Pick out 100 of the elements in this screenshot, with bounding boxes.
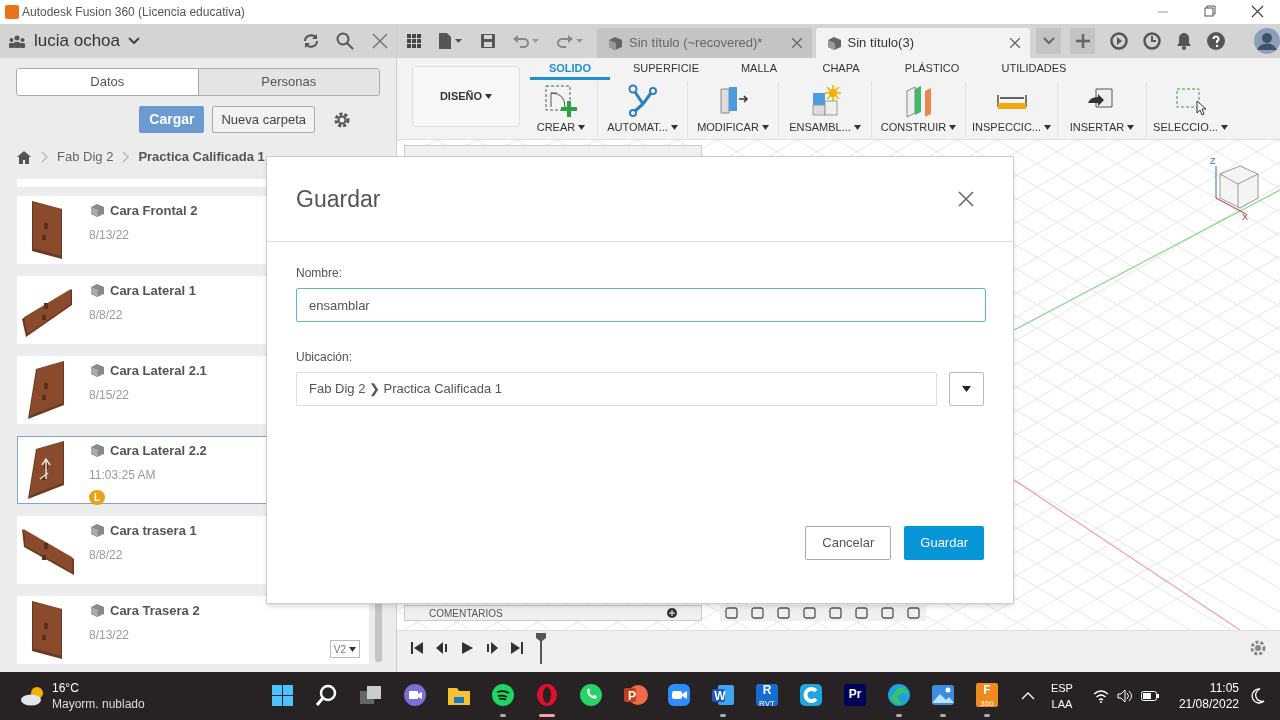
tool-menu[interactable]: INSERTAR	[1057, 82, 1146, 137]
look-at-icon[interactable]	[750, 606, 766, 620]
temperature[interactable]: 16°C	[52, 680, 145, 696]
name-field[interactable]: ensamblar	[296, 288, 986, 322]
close-icon[interactable]	[791, 38, 802, 48]
save-icon[interactable]	[481, 34, 495, 48]
home-icon[interactable]	[16, 150, 32, 164]
file-date: 8/8/22	[89, 306, 124, 324]
close-icon[interactable]	[1010, 38, 1020, 48]
avatar-icon[interactable]	[1254, 28, 1280, 54]
close-icon[interactable]	[372, 33, 388, 49]
building-app-icon[interactable]: R RVT	[753, 682, 781, 708]
last-frame-icon[interactable]	[510, 641, 524, 655]
input-language[interactable]: ESP	[1050, 680, 1073, 696]
video-app-icon[interactable]	[665, 682, 693, 708]
ribbon-tab[interactable]: CHAPA	[796, 60, 886, 80]
clock-time[interactable]: 11:05	[1209, 680, 1239, 696]
new-tab-button[interactable]	[1070, 28, 1095, 54]
weather-text[interactable]: Mayorm. nublado	[52, 696, 145, 712]
zoom-icon[interactable]	[802, 606, 818, 620]
document-tab[interactable]: Sin título(3)	[815, 28, 1030, 58]
fit-icon[interactable]	[828, 606, 844, 620]
people-icon	[8, 34, 26, 48]
view-cube[interactable]: Z X	[1202, 152, 1262, 222]
chevron-down-icon	[128, 37, 140, 45]
apps-grid-icon[interactable]	[407, 34, 421, 48]
tool-menu[interactable]: MODIFICAR	[687, 82, 778, 137]
caret-icon	[1044, 124, 1052, 130]
file-name: Cara trasera 1	[110, 522, 197, 540]
file-date: 8/8/22	[89, 546, 124, 564]
clock-date[interactable]: 21/08/2022	[1178, 696, 1239, 712]
viewports-icon[interactable]	[906, 606, 922, 620]
edge-browser-icon[interactable]	[885, 682, 913, 708]
chat-icon[interactable]	[401, 682, 429, 708]
chevron-down-icon	[1042, 37, 1055, 45]
wifi-icon[interactable]	[1092, 689, 1109, 703]
clock-icon[interactable]	[1143, 32, 1161, 50]
tool-menu[interactable]: SELECCIO...	[1146, 82, 1234, 137]
bell-icon[interactable]	[1176, 32, 1192, 50]
panel-tab[interactable]: Datos	[17, 69, 198, 95]
moon-icon[interactable]	[1251, 688, 1265, 704]
add-comment-icon[interactable]	[667, 608, 677, 618]
timeline-marker-icon[interactable]	[535, 632, 547, 664]
grid-icon[interactable]	[880, 606, 896, 620]
running-indicator	[896, 714, 902, 717]
speaker-icon[interactable]	[1116, 689, 1133, 703]
ribbon-tab[interactable]: UTILIDADES	[978, 60, 1090, 80]
caret-icon	[578, 124, 586, 130]
tool-menu[interactable]: CREAR	[525, 82, 597, 137]
tab-list-button[interactable]	[1036, 28, 1061, 54]
tool-menu[interactable]: ENSAMBL...	[778, 82, 871, 137]
battery-icon[interactable]	[1140, 691, 1159, 701]
settings-icon[interactable]	[333, 110, 351, 129]
cloudy-sun-icon[interactable]	[20, 686, 46, 706]
orbit-icon[interactable]	[724, 606, 740, 620]
previous-frame-icon[interactable]	[435, 641, 449, 655]
caret-icon	[962, 386, 972, 392]
next-frame-icon[interactable]	[485, 641, 499, 655]
version-dropdown[interactable]: V2	[329, 640, 360, 658]
display-icon[interactable]	[854, 606, 870, 620]
sketch-create-icon	[543, 83, 579, 119]
chevron-up-icon[interactable]	[1020, 692, 1035, 700]
refresh-icon[interactable]	[302, 32, 320, 50]
help-icon[interactable]	[1207, 32, 1225, 50]
music-app-icon[interactable]	[489, 682, 517, 708]
cube-icon	[89, 523, 105, 539]
location-field[interactable]: Fab Dig 2 ❯ Practica Calificada 1	[296, 372, 938, 406]
message-app-icon[interactable]	[577, 682, 605, 708]
caret-icon	[485, 94, 493, 99]
cube-icon	[89, 603, 105, 619]
file-icon[interactable]	[439, 33, 463, 49]
user-badge: L	[89, 489, 105, 505]
workspace-dropdown[interactable]: DISEÑO	[412, 66, 520, 127]
photos-app-icon[interactable]	[929, 682, 957, 708]
tool-menu[interactable]: AUTOMAT...	[597, 82, 687, 137]
ribbon-tab[interactable]: MALLA	[722, 60, 796, 80]
input-language[interactable]: LAA	[1051, 696, 1073, 712]
pan-icon[interactable]	[776, 606, 792, 620]
close-icon[interactable]	[958, 191, 974, 207]
chevron-right-icon	[122, 151, 130, 163]
play-icon[interactable]	[460, 641, 474, 655]
tool-menu[interactable]: CONSTRUIR	[871, 82, 965, 137]
breadcrumb-link[interactable]: Fab Dig 2	[57, 147, 114, 167]
panel-tab[interactable]: Personas	[197, 69, 379, 95]
cancel-button[interactable]: Cancelar	[805, 526, 892, 560]
settings-icon[interactable]	[1249, 639, 1267, 657]
location-dropdown-button[interactable]	[949, 372, 984, 406]
breadcrumb-link[interactable]: Practica Calificada 1	[138, 147, 265, 167]
file-card[interactable]: Cara Trasera 2 8/13/22 V2	[17, 596, 369, 664]
cleaner-app-icon[interactable]	[797, 682, 825, 708]
caret-icon	[670, 124, 678, 130]
new-folder-button[interactable]: Nueva carpeta	[212, 106, 315, 133]
first-frame-icon[interactable]	[410, 641, 424, 655]
ribbon-tab[interactable]: SUPERFICIE	[610, 60, 722, 80]
file-name: Cara Lateral 2.2	[110, 442, 207, 460]
file-date: 8/13/22	[89, 226, 131, 244]
video-editor-icon[interactable]: Pr	[841, 682, 869, 708]
ribbon-tab[interactable]: PLÁSTICO	[886, 60, 978, 80]
tool-menu[interactable]: INSPECCIC...	[965, 82, 1057, 137]
file-date: 8/13/22	[89, 626, 131, 644]
